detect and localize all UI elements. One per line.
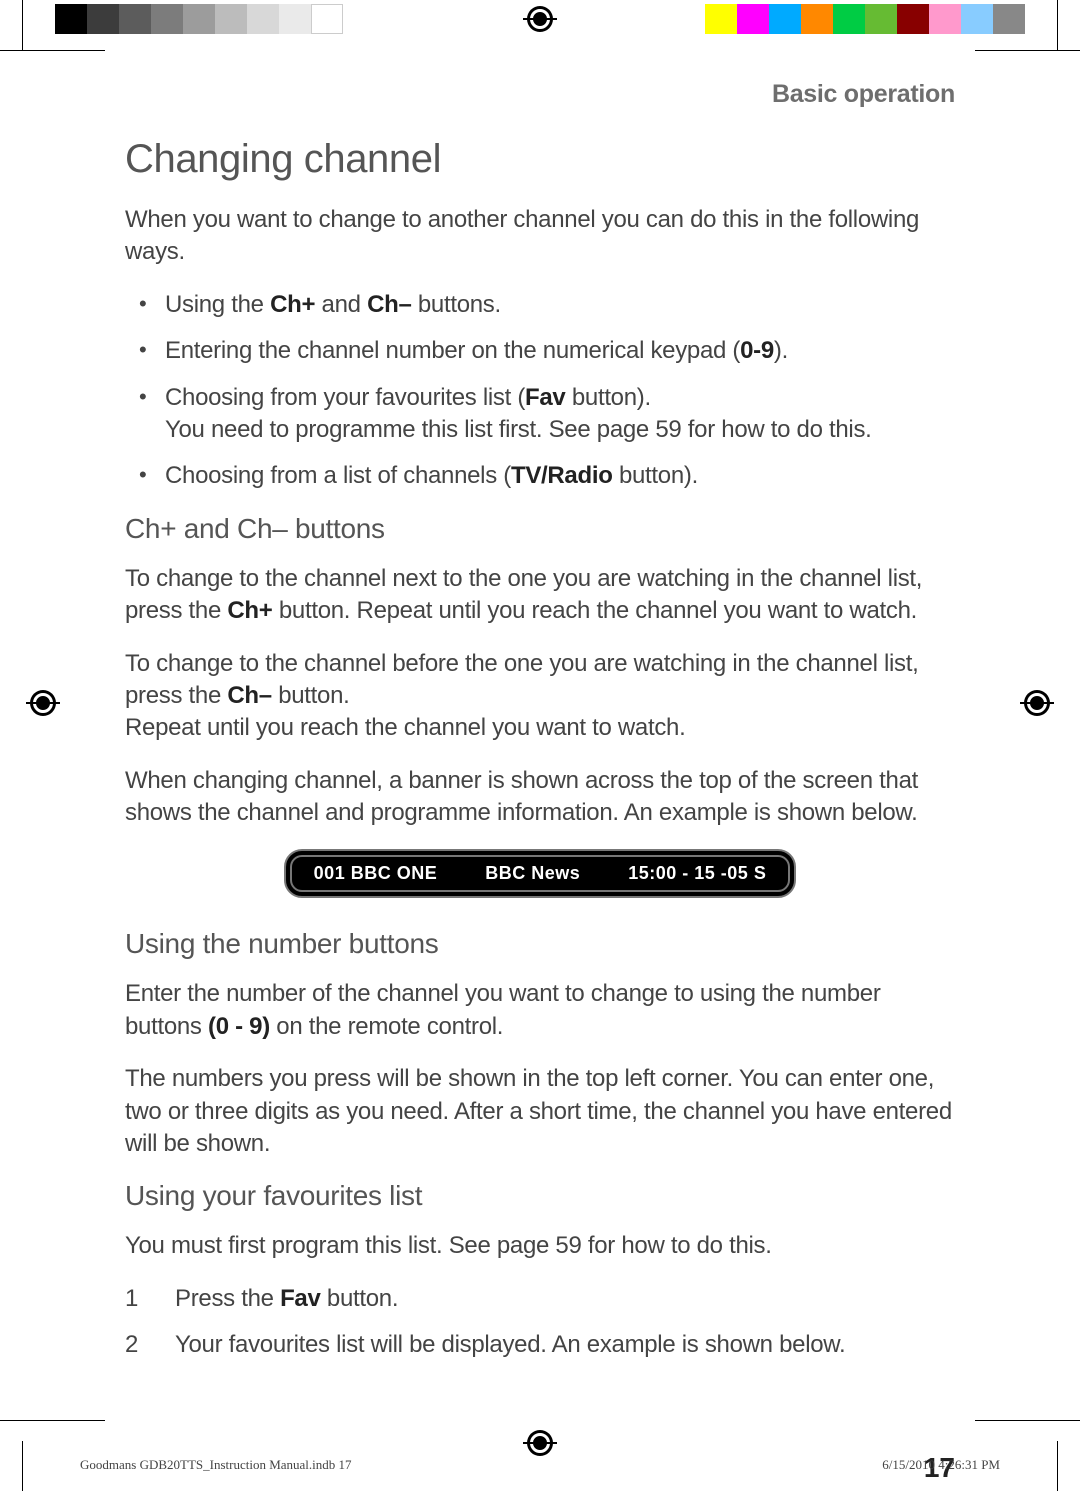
print-footer: Goodmans GDB20TTS_Instruction Manual.ind…	[80, 1457, 1000, 1473]
list-item: 2 Your favourites list will be displayed…	[125, 1329, 955, 1361]
body-text: To change to the channel next to the one…	[125, 563, 955, 628]
heading-favourites: Using your favourites list	[125, 1180, 955, 1212]
footer-timestamp: 6/15/2010 4:26:31 PM	[882, 1457, 1000, 1473]
banner-programme: BBC News	[485, 863, 580, 884]
page-title: Changing channel	[125, 137, 955, 182]
body-text: To change to the channel before the one …	[125, 648, 955, 745]
page-content: Basic operation Changing channel When yo…	[125, 80, 955, 1381]
list-item: Choosing from your favourites list (Fav …	[165, 382, 955, 447]
body-text: Enter the number of the channel you want…	[125, 978, 955, 1043]
heading-ch-buttons: Ch+ and Ch– buttons	[125, 513, 955, 545]
fav-steps: 1 Press the Fav button. 2 Your favourite…	[125, 1283, 955, 1362]
list-item: Entering the channel number on the numer…	[165, 335, 955, 367]
banner-channel: 001 BBC ONE	[314, 863, 438, 884]
body-text: The numbers you press will be shown in t…	[125, 1063, 955, 1160]
heading-number-buttons: Using the number buttons	[125, 928, 955, 960]
footer-file: Goodmans GDB20TTS_Instruction Manual.ind…	[80, 1457, 352, 1473]
body-text: You must first program this list. See pa…	[125, 1230, 955, 1262]
registration-mark-icon	[1024, 690, 1050, 716]
methods-list: Using the Ch+ and Ch– buttons. Entering …	[125, 289, 955, 493]
section-label: Basic operation	[125, 80, 955, 109]
registration-mark-icon	[30, 690, 56, 716]
body-text: When changing channel, a banner is shown…	[125, 765, 955, 830]
list-item: Choosing from a list of channels (TV/Rad…	[165, 460, 955, 492]
channel-banner: 001 BBC ONE BBC News 15:00 - 15 -05 S	[284, 849, 797, 898]
color-bar-left	[55, 4, 343, 34]
list-item: 1 Press the Fav button.	[125, 1283, 955, 1315]
registration-mark-icon	[527, 6, 553, 32]
intro-text: When you want to change to another chann…	[125, 204, 955, 269]
banner-time: 15:00 - 15 -05 S	[628, 863, 766, 884]
list-item: Using the Ch+ and Ch– buttons.	[165, 289, 955, 321]
color-bar-right	[705, 4, 1025, 34]
